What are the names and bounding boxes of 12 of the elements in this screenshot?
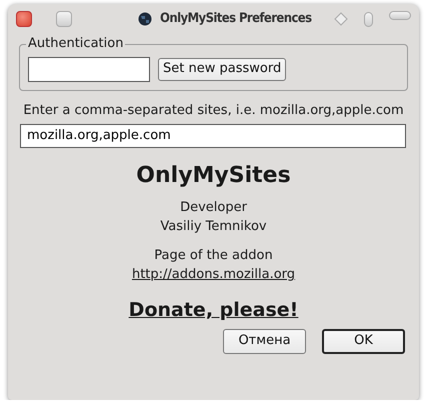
developer-label: Developer — [180, 200, 247, 218]
addon-link[interactable]: http://addons.mozilla.org — [132, 267, 296, 284]
page-label: Page of the addon — [154, 248, 273, 266]
donate-link[interactable]: Donate, please! — [128, 298, 298, 323]
cancel-button[interactable]: Отмена — [223, 328, 306, 354]
ok-button[interactable]: OK — [322, 328, 405, 354]
developer-name: Vasiliy Temnikov — [160, 219, 267, 236]
app-name: OnlyMySites — [136, 162, 291, 190]
set-password-button[interactable]: Set new password — [158, 58, 286, 81]
sites-field[interactable]: mozilla.org,apple.com — [20, 124, 406, 148]
sites-label: Enter a comma-separated sites, i.e. mozilla.org,apple.com — [22, 103, 405, 120]
window-title: OnlyMySites Preferences — [160, 10, 312, 28]
